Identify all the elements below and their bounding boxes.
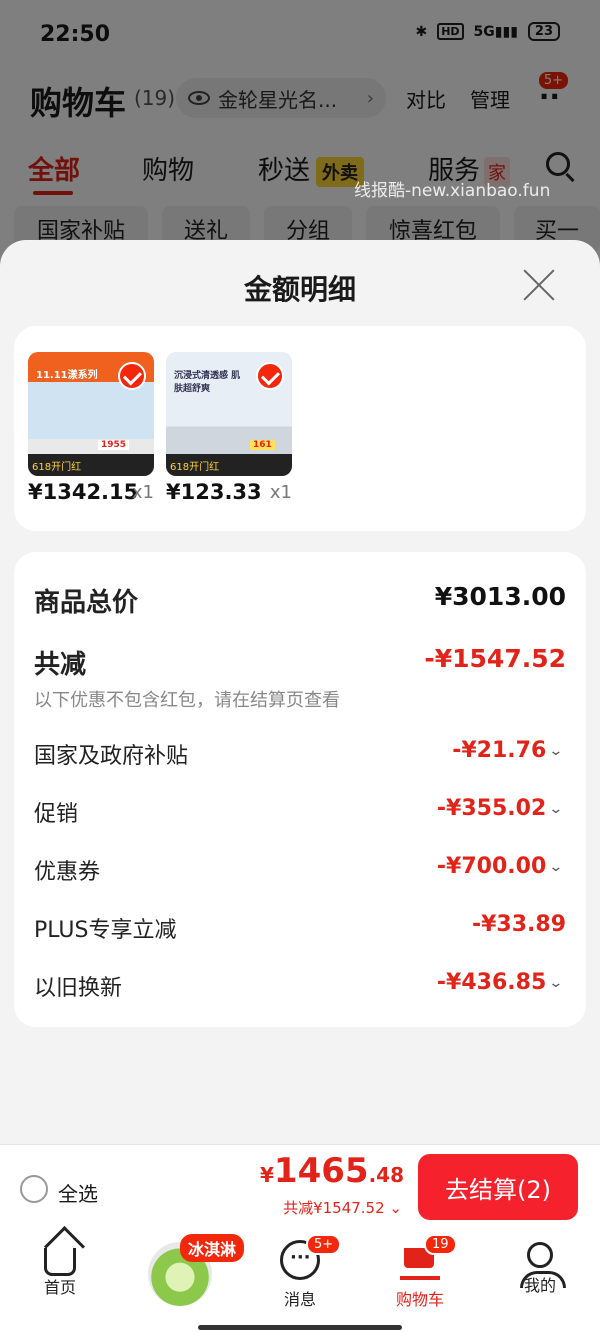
product-item[interactable]: 11.11漾系列 618开门红 1955 ¥1342.15 x1 [28, 352, 154, 504]
product-price: ¥1342.15 [28, 480, 139, 504]
sheet-title: 金额明细 [243, 273, 356, 306]
product-price: ¥123.33 [166, 480, 262, 504]
tab-home[interactable]: 首页 [20, 1240, 100, 1298]
cart-badge: 19 [424, 1234, 457, 1255]
product-image: 沉浸式清透感 肌肤超舒爽 618开门红 161 [166, 352, 292, 476]
total-label: 商品总价 [34, 588, 139, 618]
selected-check-icon [118, 362, 146, 390]
chevron-down-icon: ⌄ [548, 742, 564, 759]
discount-row[interactable]: 国家及政府补贴 -¥21.76 ⌄ [34, 738, 566, 778]
product-item[interactable]: 沉浸式清透感 肌肤超舒爽 618开门红 161 ¥123.33 x1 [166, 352, 292, 504]
tab-cart[interactable]: 购物车 19 [380, 1234, 460, 1310]
chevron-down-icon: ⌄ [389, 1199, 402, 1217]
total-row: 商品总价 ¥3013.00 [34, 582, 566, 622]
selected-products: 11.11漾系列 618开门红 1955 ¥1342.15 x1 沉浸式清透感 … [14, 326, 586, 531]
home-indicator [198, 1325, 402, 1330]
discount-row[interactable]: 以旧换新 -¥436.85 ⌄ [34, 970, 566, 1010]
home-icon [44, 1248, 76, 1276]
user-icon [520, 1242, 566, 1288]
reduce-label: 共减 [34, 650, 87, 680]
product-image: 11.11漾系列 618开门红 1955 [28, 352, 154, 476]
discount-row: PLUS专享立减 -¥33.89 [34, 912, 566, 943]
select-all-radio[interactable] [20, 1175, 48, 1203]
total-value: ¥3013.00 [434, 582, 566, 611]
reduce-row: 共减 -¥1547.52 [34, 644, 566, 684]
messages-badge: 5+ [306, 1234, 342, 1255]
product-qty: x1 [131, 482, 154, 503]
selected-check-icon [256, 362, 284, 390]
chevron-down-icon: ⌄ [548, 858, 564, 875]
close-icon[interactable] [522, 268, 556, 302]
reduce-value: -¥1547.52 [424, 644, 566, 673]
discount-row[interactable]: 促销 -¥355.02 ⌄ [34, 796, 566, 836]
checkout-button[interactable]: 去结算(2) [418, 1154, 578, 1220]
chevron-down-icon: ⌄ [548, 974, 564, 991]
price-breakdown: 商品总价 ¥3013.00 共减 -¥1547.52 以下优惠不包含红包，请在结… [14, 552, 586, 1027]
watermark: 线报酷-new.xianbao.fun [354, 181, 551, 201]
product-qty: x1 [269, 482, 292, 503]
reduce-note: 以下优惠不包含红包，请在结算页查看 [34, 690, 340, 711]
tab-messages[interactable]: 消息 5+ [260, 1234, 342, 1310]
discount-summary[interactable]: 共减¥1547.52 ⌄ [283, 1197, 402, 1218]
checkout-bar: 全选 ¥1465.48 共减¥1547.52 ⌄ 去结算(2) [0, 1144, 600, 1230]
tab-me[interactable]: 我的 [500, 1240, 580, 1296]
discount-row[interactable]: 优惠券 -¥700.00 ⌄ [34, 854, 566, 894]
promo-badge[interactable]: 冰淇淋 [180, 1234, 245, 1262]
chevron-down-icon: ⌄ [548, 800, 564, 817]
modal-overlay[interactable] [0, 0, 600, 270]
total-price: ¥1465.48 [260, 1151, 404, 1191]
select-all-label[interactable]: 全选 [58, 1178, 98, 1207]
